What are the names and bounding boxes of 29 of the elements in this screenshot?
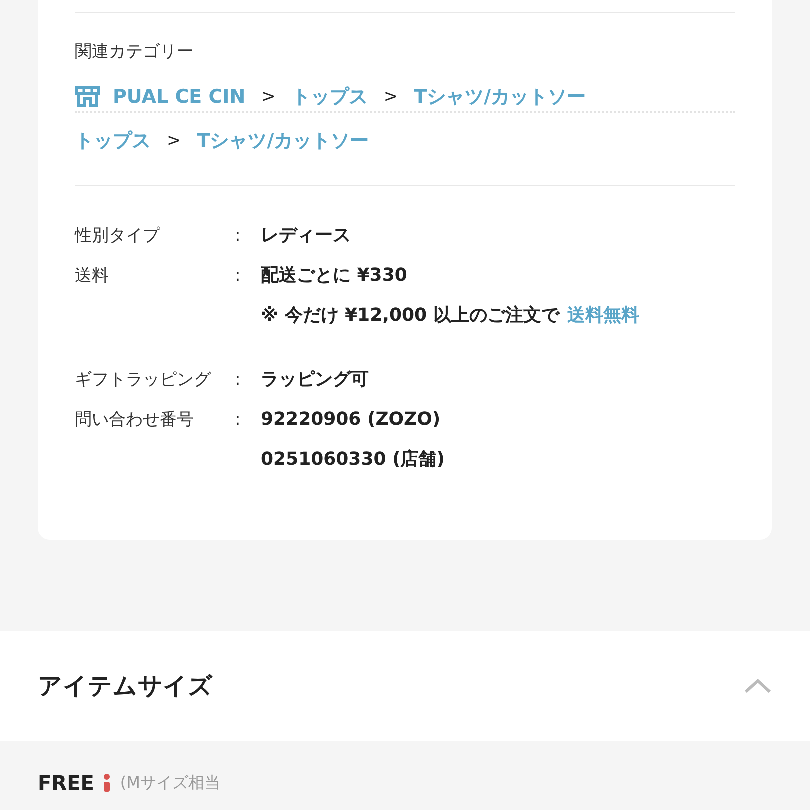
category-link[interactable]: トップス: [75, 128, 151, 154]
detail-label: ギフトラッピング: [75, 369, 212, 392]
colon: :: [235, 369, 242, 392]
detail-label: 送料: [75, 265, 110, 288]
section-header[interactable]: アイテムサイズ: [0, 631, 810, 741]
colon: :: [235, 409, 242, 432]
breadcrumb-separator: >: [262, 87, 276, 107]
size-name: FREE: [38, 771, 94, 795]
detail-label: 性別タイプ: [75, 225, 162, 248]
detail-label: 問い合わせ番号: [75, 409, 195, 432]
breadcrumb-separator: >: [384, 87, 398, 107]
size-note: (Mサイズ相当: [120, 772, 220, 794]
shop-icon: [75, 86, 101, 108]
colon: :: [235, 265, 242, 288]
detail-value: 配送ごとに ¥330: [261, 264, 408, 288]
category-link[interactable]: トップス: [292, 84, 368, 110]
category-link[interactable]: Tシャツ/カットソー: [414, 84, 586, 110]
breadcrumb-separator: >: [167, 131, 182, 151]
category-link[interactable]: PUAL CE CIN: [113, 86, 246, 108]
section-title: アイテムサイズ: [38, 671, 213, 702]
colon: :: [235, 225, 242, 248]
detail-value: レディース: [261, 224, 351, 248]
detail-value: 0251060330 (店舗): [261, 448, 445, 472]
detail-value: ※ 今だけ ¥12,000 以上のご注文で: [261, 304, 560, 328]
category-link[interactable]: Tシャツ/カットソー: [197, 128, 370, 154]
section-label: 関連カテゴリー: [75, 41, 195, 63]
free-shipping-link[interactable]: 送料無料: [567, 302, 640, 330]
detail-value: 92220906 (ZOZO): [261, 408, 441, 432]
detail-value: ラッピング可: [261, 368, 369, 392]
